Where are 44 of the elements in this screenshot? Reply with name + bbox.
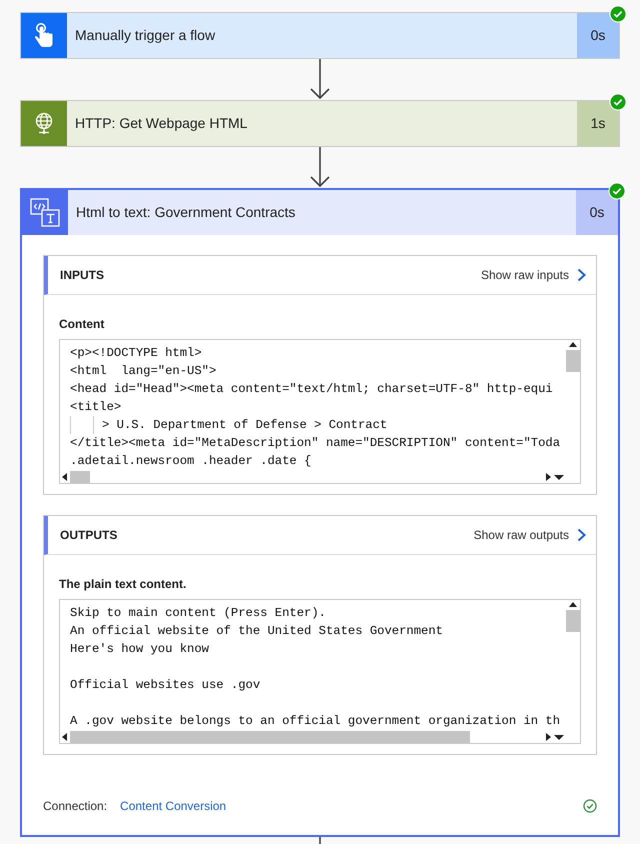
scroll-up-icon[interactable]: [568, 600, 578, 608]
code-line: A .gov website belongs to an official government organization in th: [70, 713, 560, 730]
connection-link[interactable]: Content Conversion: [120, 797, 226, 815]
code-line: > U.S. Department of Defense > Contract: [102, 417, 388, 434]
show-raw-link[interactable]: Show raw outputs: [474, 526, 586, 544]
duration-label: 0s: [577, 13, 619, 58]
indent-guide: [70, 416, 94, 434]
scroll-up-icon[interactable]: [568, 340, 578, 348]
connector-arrow: [309, 59, 331, 100]
step-title[interactable]: Html to text: Government Contracts: [76, 202, 296, 223]
code-line: <html lang="en-US">: [70, 363, 216, 380]
duration-label: 0s: [576, 190, 618, 235]
hand-icon: [33, 22, 55, 48]
convert-icon: [29, 196, 61, 228]
chevron-icon: [577, 528, 586, 542]
field-label: Content: [59, 316, 106, 333]
code-line: <title>: [70, 399, 122, 416]
section-title: OUTPUTS: [60, 527, 118, 544]
step-title[interactable]: Manually trigger a flow: [75, 25, 216, 46]
code-line: An official website of the United States Government: [70, 623, 443, 640]
code-line: <p><!DOCTYPE html>: [70, 345, 202, 362]
section-title: INPUTS: [60, 267, 104, 284]
code-line: Official websites use .gov: [70, 677, 260, 694]
scroll-thumb[interactable]: [70, 730, 470, 742]
show-raw-link[interactable]: Show raw inputs: [480, 266, 586, 284]
scroll-left-icon[interactable]: [60, 732, 70, 742]
duration-label: 1s: [577, 101, 619, 146]
chevron-icon: [577, 268, 586, 282]
code-line: <head id="Head"><meta content="text/html; charset=UTF-8" http-equi: [70, 381, 553, 398]
globe-icon: [33, 112, 55, 136]
scroll-thumb[interactable]: [566, 350, 580, 372]
code-line: </title><meta id="MetaDescription" name="DESCRIPTION" content="Toda: [70, 435, 560, 452]
scroll-thumb[interactable]: [70, 470, 90, 482]
connector-arrow: [309, 147, 331, 188]
scroll-left-icon[interactable]: [60, 472, 70, 482]
scroll-thumb[interactable]: [566, 610, 580, 632]
code-line: Skip to main content (Press Enter).: [70, 605, 326, 622]
step-title[interactable]: HTTP: Get Webpage HTML: [75, 113, 248, 134]
text-area[interactable]: [59, 339, 581, 484]
text-area[interactable]: [59, 599, 581, 744]
code-line: Here's how you know: [70, 641, 209, 658]
code-line: .adetail.newsroom .header .date {: [70, 453, 312, 470]
field-label: The plain text content.: [59, 576, 188, 593]
connection-label: Connection:: [43, 798, 108, 815]
